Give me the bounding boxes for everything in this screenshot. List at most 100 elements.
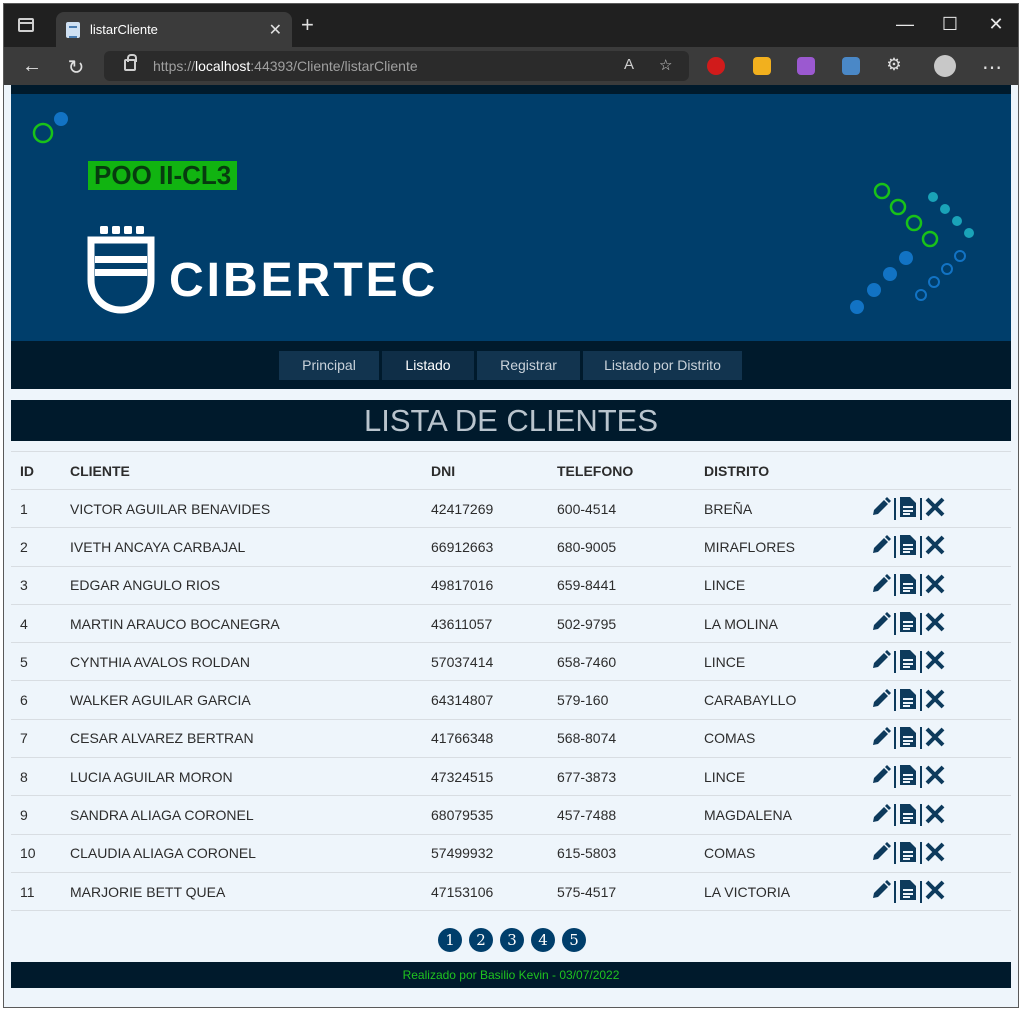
row-actions [868,872,1011,912]
details-document-icon[interactable] [898,534,918,559]
cell-cliente: EDGAR ANGULO RIOS [61,566,422,605]
cell-cliente: LUCIA AGUILAR MORON [61,757,422,797]
details-document-icon[interactable] [898,611,918,636]
favorite-star-icon[interactable]: ☆ [659,56,672,74]
details-document-icon[interactable] [898,573,918,598]
page-footer: Realizado por Basilio Kevin - 03/07/2022 [11,962,1011,988]
extensions-puzzle-icon[interactable]: ⚙ [882,55,906,75]
pagination: 1 2 3 4 5 [438,928,586,952]
table-header-row: ID CLIENTE DNI TELEFONO DISTRITO [11,451,1011,490]
cell-dni: 57037414 [422,642,548,682]
delete-x-icon[interactable] [924,688,946,713]
details-document-icon[interactable] [898,688,918,713]
details-document-icon[interactable] [898,726,918,751]
delete-x-icon[interactable] [924,611,946,636]
close-tab-icon[interactable]: ✕ [269,20,282,40]
cell-id: 5 [11,642,61,682]
delete-x-icon[interactable] [924,879,946,904]
delete-x-icon[interactable] [924,496,946,521]
extension-w-icon[interactable] [753,57,771,75]
cell-distrito: LINCE [695,642,868,682]
color-picker-extension-icon[interactable] [797,57,815,75]
cell-dni: 41766348 [422,719,548,759]
edit-pencil-icon[interactable] [870,496,892,521]
row-actions [868,680,1011,720]
cell-cliente: CLAUDIA ALIAGA CORONEL [61,834,422,873]
delete-x-icon[interactable] [924,764,946,789]
delete-x-icon[interactable] [924,803,946,828]
browser-tab[interactable]: listarCliente ✕ [56,12,292,47]
row-actions [868,834,1011,873]
action-divider [894,765,896,788]
cell-cliente: CESAR ALVAREZ BERTRAN [61,719,422,759]
edit-pencil-icon[interactable] [870,688,892,713]
row-actions [868,757,1011,797]
action-divider [920,880,922,903]
delete-x-icon[interactable] [924,841,946,866]
page-link-4[interactable]: 4 [531,928,555,952]
edit-pencil-icon[interactable] [870,726,892,751]
edit-pencil-icon[interactable] [870,611,892,636]
lock-icon[interactable] [124,54,137,71]
tab-actions-icon[interactable] [18,18,34,32]
edit-pencil-icon[interactable] [870,573,892,598]
delete-x-icon[interactable] [924,726,946,751]
page-link-5[interactable]: 5 [562,928,586,952]
page-link-1[interactable]: 1 [438,928,462,952]
header-telefono: TELEFONO [548,451,695,490]
maximize-icon[interactable]: ☐ [940,14,960,35]
cell-cliente: VICTOR AGUILAR BENAVIDES [61,489,422,529]
delete-x-icon[interactable] [924,649,946,674]
action-divider [920,612,922,635]
new-tab-icon[interactable]: + [301,14,314,36]
translate-extension-icon[interactable] [842,57,860,75]
edit-pencil-icon[interactable] [870,764,892,789]
delete-x-icon[interactable] [924,573,946,598]
details-document-icon[interactable] [898,841,918,866]
minimize-icon[interactable]: — [895,14,915,35]
cell-distrito: CARABAYLLO [695,680,868,720]
header-dni: DNI [422,451,548,490]
cell-cliente: MARJORIE BETT QUEA [61,872,422,912]
browser-titlebar: listarCliente ✕ + — ☐ ✕ [4,4,1018,47]
nav-principal[interactable]: Principal [279,351,379,380]
details-document-icon[interactable] [898,649,918,674]
edit-pencil-icon[interactable] [870,879,892,904]
table-row: 9 SANDRA ALIAGA CORONEL 68079535 457-7488 MA… [11,795,1011,835]
adblock-extension-icon[interactable] [707,57,725,75]
close-window-icon[interactable]: ✕ [986,14,1006,35]
page-link-2[interactable]: 2 [469,928,493,952]
back-arrow-icon[interactable]: ← [20,55,44,78]
details-document-icon[interactable] [898,879,918,904]
address-bar[interactable]: https://localhost:44393/Cliente/listarCl… [104,51,689,81]
edit-pencil-icon[interactable] [870,534,892,559]
cell-distrito: LINCE [695,757,868,797]
cibertec-shield-logo [87,226,155,314]
delete-x-icon[interactable] [924,534,946,559]
refresh-icon[interactable]: ↻ [64,55,88,80]
edit-pencil-icon[interactable] [870,841,892,866]
action-divider [894,497,896,520]
nav-listado-distrito[interactable]: Listado por Distrito [583,351,742,380]
details-document-icon[interactable] [898,803,918,828]
more-menu-icon[interactable]: ⋯ [980,55,1004,80]
address-toolbar: ← ↻ https://localhost:44393/Cliente/list… [4,47,1018,85]
nav-registrar[interactable]: Registrar [477,351,580,380]
url-text[interactable]: https://localhost:44393/Cliente/listarCl… [153,58,418,74]
cell-distrito: BREÑA [695,489,868,529]
cell-id: 6 [11,680,61,720]
edit-pencil-icon[interactable] [870,803,892,828]
page-link-3[interactable]: 3 [500,928,524,952]
table-row: 3 EDGAR ANGULO RIOS 49817016 659-8441 LINCE [11,566,1011,605]
nav-listado[interactable]: Listado [382,351,474,380]
read-aloud-icon[interactable]: A [624,56,634,73]
cell-dni: 68079535 [422,795,548,835]
cell-id: 7 [11,719,61,759]
cell-distrito: MIRAFLORES [695,527,868,567]
edit-pencil-icon[interactable] [870,649,892,674]
details-document-icon[interactable] [898,496,918,521]
action-divider [920,497,922,520]
cell-telefono: 615-5803 [548,834,695,873]
profile-avatar-icon[interactable] [934,55,956,77]
details-document-icon[interactable] [898,764,918,789]
